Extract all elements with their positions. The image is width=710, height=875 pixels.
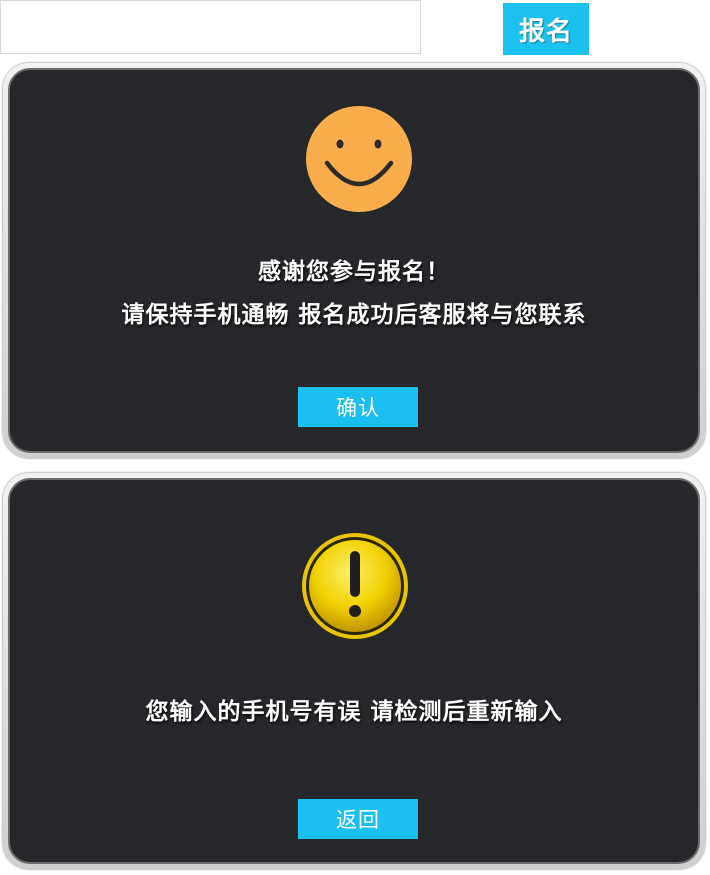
- exclamation-warning-icon: [302, 533, 408, 639]
- smiley-face-icon: [306, 106, 412, 212]
- contact-notice: 请保持手机通畅 报名成功后客服将与您联系: [121, 302, 587, 328]
- success-dialog: 感谢您参与报名！ 请保持手机通畅 报名成功后客服将与您联系 确认: [3, 63, 705, 458]
- error-dialog: 您输入的手机号有误 请检测后重新输入 返回: [3, 473, 705, 869]
- phone-number-input[interactable]: [0, 0, 421, 54]
- invalid-phone-message: 您输入的手机号有误 请检测后重新输入: [145, 699, 563, 725]
- back-button[interactable]: 返回: [298, 799, 418, 839]
- signup-bar: 报名: [0, 0, 710, 56]
- success-dialog-body: 感谢您参与报名！ 请保持手机通畅 报名成功后客服将与您联系 确认: [8, 68, 700, 453]
- signup-button[interactable]: 报名: [503, 3, 589, 55]
- thanks-message: 感谢您参与报名！: [258, 259, 450, 285]
- confirm-button[interactable]: 确认: [298, 387, 418, 427]
- error-dialog-body: 您输入的手机号有误 请检测后重新输入 返回: [8, 478, 700, 864]
